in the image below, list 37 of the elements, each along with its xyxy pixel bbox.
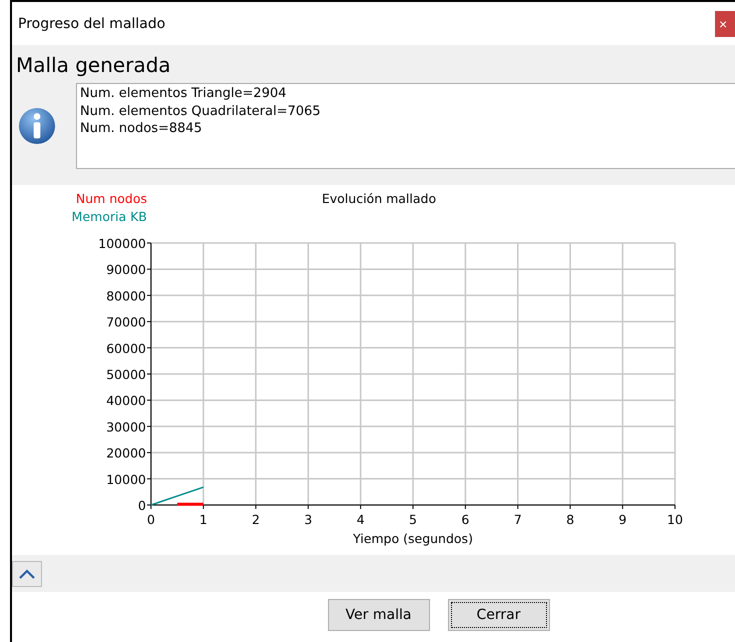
dialog-button[interactable]: Cerrar [448, 599, 550, 631]
y-tick-label: 10000 [106, 472, 146, 487]
x-tick-label: 9 [618, 512, 627, 527]
x-tick-label: 3 [304, 512, 312, 527]
y-tick-label: 100000 [98, 236, 146, 251]
collapse-button[interactable] [12, 560, 42, 586]
window-title: Progreso del mallado [17, 16, 166, 32]
info-icon [18, 107, 56, 145]
y-tick-label: 70000 [106, 314, 146, 330]
y-tick-label: 60000 [106, 340, 146, 356]
chart-title: Evolución mallado [322, 191, 436, 206]
y-tick-label: 20000 [106, 446, 146, 461]
x-tick-label: 2 [252, 512, 260, 527]
y-tick-label: 30000 [106, 419, 146, 434]
close-button[interactable]: × [715, 10, 735, 36]
x-tick-label: 5 [409, 512, 417, 527]
x-tick-label: 10 [667, 512, 683, 527]
message-line: Num. elementos Quadrilateral=7065 [80, 102, 322, 120]
x-tick-label: 4 [356, 512, 365, 527]
legend-label: Num nodos [76, 191, 147, 206]
y-tick-label: 50000 [106, 367, 146, 382]
chevron-icon [18, 568, 36, 580]
dialog-button[interactable]: Ver malla [328, 599, 430, 631]
x-axis-label: Yiempo (segundos) [353, 531, 473, 546]
legend-label: Memoria KB [72, 209, 147, 224]
y-tick-label: 80000 [106, 288, 146, 304]
x-tick-label: 1 [199, 512, 208, 527]
y-tick-label: 90000 [106, 262, 146, 278]
x-tick-label: 0 [147, 512, 155, 527]
message-line: Num. elementos Triangle=2904 [80, 85, 288, 102]
message-line: Num. nodos=8845 [80, 120, 204, 138]
x-tick-label: 7 [514, 512, 522, 527]
x-tick-label: 6 [461, 512, 470, 527]
x-tick-label: 8 [566, 512, 574, 527]
y-tick-label: 40000 [106, 393, 146, 408]
heading: Malla generada [16, 53, 172, 77]
y-tick-label: 0 [138, 498, 146, 513]
